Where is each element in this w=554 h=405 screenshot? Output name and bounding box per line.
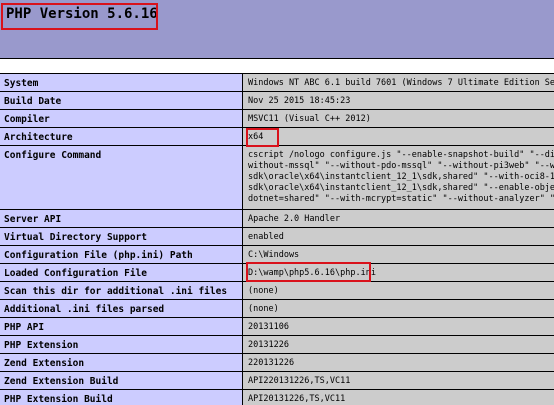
row-value-line: 20131106 <box>248 322 289 332</box>
row-key: PHP Extension Build <box>0 390 243 405</box>
row-value-line: 220131226 <box>248 358 295 368</box>
row-key: Additional .ini files parsed <box>0 300 243 317</box>
row-value: 20131106 <box>243 318 554 335</box>
row-key: Zend Extension Build <box>0 372 243 389</box>
table-row: PHP Extension 20131226 <box>0 335 554 353</box>
row-value-line: cscript /nologo configure.js "--enable-s… <box>248 150 554 160</box>
row-value: API20131226,TS,VC11 <box>243 390 554 405</box>
row-value: Nov 25 2015 18:45:23 <box>243 92 554 109</box>
row-value-line: x64 <box>248 132 264 142</box>
row-value-line: without-mssql" "--without-pdo-mssql" "--… <box>248 161 554 171</box>
row-value-line: sdk\oracle\x64\instantclient_12_1\sdk,sh… <box>248 172 554 182</box>
row-value-line: sdk\oracle\x64\instantclient_12_1\sdk,sh… <box>248 183 554 193</box>
row-value-line: 20131226 <box>248 340 289 350</box>
row-value: 220131226 <box>243 354 554 371</box>
row-value-line: Apache 2.0 Handler <box>248 214 341 224</box>
row-value-line: Windows NT ABC 6.1 build 7601 (Windows 7… <box>248 78 554 88</box>
row-value: 20131226 <box>243 336 554 353</box>
row-key: PHP Extension <box>0 336 243 353</box>
row-key: PHP API <box>0 318 243 335</box>
row-value: C:\Windows <box>243 246 554 263</box>
row-value-line: API20131226,TS,VC11 <box>248 394 346 404</box>
row-value-line: Nov 25 2015 18:45:23 <box>248 96 351 106</box>
table-row: Configuration File (php.ini) Path C:\Wind… <box>0 245 554 263</box>
table-row: PHP Extension Build API20131226,TS,VC11 <box>0 389 554 405</box>
row-value: x64 <box>243 128 554 145</box>
table-row: Zend Extension Build API220131226,TS,VC11 <box>0 371 554 389</box>
row-value-line: dotnet=shared" "--with-mcrypt=static" "-… <box>248 194 554 204</box>
table-row: Additional .ini files parsed (none) <box>0 299 554 317</box>
row-value-line: MSVC11 (Visual C++ 2012) <box>248 114 371 124</box>
row-value-line: (none) <box>248 304 279 314</box>
highlight-version <box>1 3 158 30</box>
table-row: Configure Command cscript /nologo configu… <box>0 145 554 209</box>
row-key: System <box>0 74 243 91</box>
row-value-line: enabled <box>248 232 284 242</box>
row-value-line: API220131226,TS,VC11 <box>248 376 351 386</box>
row-value: MSVC11 (Visual C++ 2012) <box>243 110 554 127</box>
row-key: Architecture <box>0 128 243 145</box>
table-row: System Windows NT ABC 6.1 build 7601 (Win… <box>0 73 554 91</box>
row-value-line: (none) <box>248 286 279 296</box>
row-key: Compiler <box>0 110 243 127</box>
row-value: (none) <box>243 282 554 299</box>
row-key: Scan this dir for additional .ini files <box>0 282 243 299</box>
row-key: Zend Extension <box>0 354 243 371</box>
row-value-line: C:\Windows <box>248 250 300 260</box>
phpinfo-page: PHP Version 5.6.16 System Windows NT ABC … <box>0 0 554 405</box>
row-value: enabled <box>243 228 554 245</box>
row-value: Apache 2.0 Handler <box>243 210 554 227</box>
row-value: (none) <box>243 300 554 317</box>
table-row: PHP API 20131106 <box>0 317 554 335</box>
row-key: Build Date <box>0 92 243 109</box>
table-row: Server API Apache 2.0 Handler <box>0 209 554 227</box>
row-key: Virtual Directory Support <box>0 228 243 245</box>
row-value: cscript /nologo configure.js "--enable-s… <box>243 146 554 209</box>
highlight-loaded-config <box>246 262 371 282</box>
row-key: Configuration File (php.ini) Path <box>0 246 243 263</box>
highlight-architecture <box>246 128 279 147</box>
row-key: Loaded Configuration File <box>0 264 243 281</box>
table-row: Scan this dir for additional .ini files (… <box>0 281 554 299</box>
row-value: Windows NT ABC 6.1 build 7601 (Windows 7… <box>243 74 554 91</box>
table-row: Zend Extension 220131226 <box>0 353 554 371</box>
row-value: API220131226,TS,VC11 <box>243 372 554 389</box>
row-key: Configure Command <box>0 146 243 209</box>
table-row: Virtual Directory Support enabled <box>0 227 554 245</box>
table-row: Compiler MSVC11 (Visual C++ 2012) <box>0 109 554 127</box>
table-row: Build Date Nov 25 2015 18:45:23 <box>0 91 554 109</box>
row-key: Server API <box>0 210 243 227</box>
